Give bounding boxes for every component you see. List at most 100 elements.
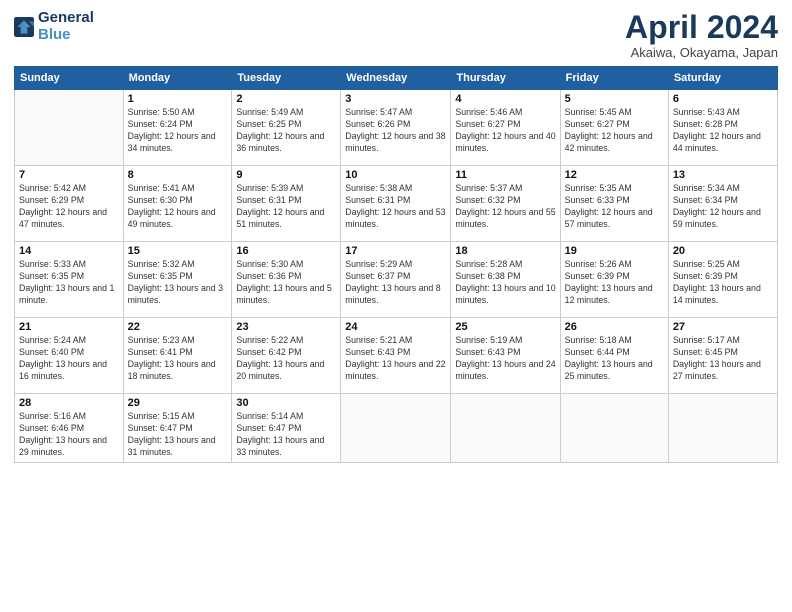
day-number: 16 [236, 245, 336, 257]
day-number: 5 [565, 93, 664, 105]
calendar-cell: 3 Sunrise: 5:47 AMSunset: 6:26 PMDayligh… [341, 90, 451, 166]
day-info: Sunrise: 5:15 AMSunset: 6:47 PMDaylight:… [128, 411, 228, 459]
calendar-cell: 23 Sunrise: 5:22 AMSunset: 6:42 PMDaylig… [232, 318, 341, 394]
day-info: Sunrise: 5:19 AMSunset: 6:43 PMDaylight:… [455, 335, 555, 383]
month-title: April 2024 [625, 10, 778, 45]
calendar-cell: 15 Sunrise: 5:32 AMSunset: 6:35 PMDaylig… [123, 242, 232, 318]
logo-line2: Blue [38, 27, 94, 44]
day-info: Sunrise: 5:39 AMSunset: 6:31 PMDaylight:… [236, 183, 336, 231]
day-number: 9 [236, 169, 336, 181]
calendar-cell: 1 Sunrise: 5:50 AMSunset: 6:24 PMDayligh… [123, 90, 232, 166]
day-number: 29 [128, 397, 228, 409]
logo-line1: General [38, 10, 94, 27]
day-info: Sunrise: 5:28 AMSunset: 6:38 PMDaylight:… [455, 259, 555, 307]
day-info: Sunrise: 5:42 AMSunset: 6:29 PMDaylight:… [19, 183, 119, 231]
day-number: 21 [19, 321, 119, 333]
day-info: Sunrise: 5:38 AMSunset: 6:31 PMDaylight:… [345, 183, 446, 231]
day-info: Sunrise: 5:21 AMSunset: 6:43 PMDaylight:… [345, 335, 446, 383]
day-number: 15 [128, 245, 228, 257]
calendar-cell: 19 Sunrise: 5:26 AMSunset: 6:39 PMDaylig… [560, 242, 668, 318]
calendar-cell: 9 Sunrise: 5:39 AMSunset: 6:31 PMDayligh… [232, 166, 341, 242]
calendar-cell: 21 Sunrise: 5:24 AMSunset: 6:40 PMDaylig… [15, 318, 124, 394]
calendar-cell [560, 394, 668, 463]
day-info: Sunrise: 5:47 AMSunset: 6:26 PMDaylight:… [345, 107, 446, 155]
weekday-header: Thursday [451, 67, 560, 90]
day-number: 4 [455, 93, 555, 105]
day-info: Sunrise: 5:45 AMSunset: 6:27 PMDaylight:… [565, 107, 664, 155]
day-number: 7 [19, 169, 119, 181]
calendar-cell: 11 Sunrise: 5:37 AMSunset: 6:32 PMDaylig… [451, 166, 560, 242]
day-number: 14 [19, 245, 119, 257]
day-info: Sunrise: 5:24 AMSunset: 6:40 PMDaylight:… [19, 335, 119, 383]
day-info: Sunrise: 5:30 AMSunset: 6:36 PMDaylight:… [236, 259, 336, 307]
weekday-header: Friday [560, 67, 668, 90]
day-info: Sunrise: 5:16 AMSunset: 6:46 PMDaylight:… [19, 411, 119, 459]
calendar-week-row: 1 Sunrise: 5:50 AMSunset: 6:24 PMDayligh… [15, 90, 778, 166]
day-info: Sunrise: 5:18 AMSunset: 6:44 PMDaylight:… [565, 335, 664, 383]
calendar-cell: 13 Sunrise: 5:34 AMSunset: 6:34 PMDaylig… [668, 166, 777, 242]
day-number: 13 [673, 169, 773, 181]
day-info: Sunrise: 5:17 AMSunset: 6:45 PMDaylight:… [673, 335, 773, 383]
day-info: Sunrise: 5:35 AMSunset: 6:33 PMDaylight:… [565, 183, 664, 231]
calendar-cell: 6 Sunrise: 5:43 AMSunset: 6:28 PMDayligh… [668, 90, 777, 166]
calendar-week-row: 28 Sunrise: 5:16 AMSunset: 6:46 PMDaylig… [15, 394, 778, 463]
day-info: Sunrise: 5:14 AMSunset: 6:47 PMDaylight:… [236, 411, 336, 459]
day-info: Sunrise: 5:46 AMSunset: 6:27 PMDaylight:… [455, 107, 555, 155]
calendar-cell: 20 Sunrise: 5:25 AMSunset: 6:39 PMDaylig… [668, 242, 777, 318]
calendar-cell: 5 Sunrise: 5:45 AMSunset: 6:27 PMDayligh… [560, 90, 668, 166]
day-info: Sunrise: 5:22 AMSunset: 6:42 PMDaylight:… [236, 335, 336, 383]
weekday-header: Wednesday [341, 67, 451, 90]
day-number: 2 [236, 93, 336, 105]
day-number: 19 [565, 245, 664, 257]
day-number: 27 [673, 321, 773, 333]
title-block: April 2024 Akaiwa, Okayama, Japan [625, 10, 778, 60]
calendar-cell: 22 Sunrise: 5:23 AMSunset: 6:41 PMDaylig… [123, 318, 232, 394]
day-number: 6 [673, 93, 773, 105]
day-number: 25 [455, 321, 555, 333]
day-info: Sunrise: 5:49 AMSunset: 6:25 PMDaylight:… [236, 107, 336, 155]
calendar-table: SundayMondayTuesdayWednesdayThursdayFrid… [14, 66, 778, 463]
calendar-cell [668, 394, 777, 463]
calendar-cell [451, 394, 560, 463]
day-number: 23 [236, 321, 336, 333]
calendar-cell: 26 Sunrise: 5:18 AMSunset: 6:44 PMDaylig… [560, 318, 668, 394]
day-info: Sunrise: 5:37 AMSunset: 6:32 PMDaylight:… [455, 183, 555, 231]
day-number: 3 [345, 93, 446, 105]
calendar-cell [15, 90, 124, 166]
day-number: 24 [345, 321, 446, 333]
calendar-cell: 30 Sunrise: 5:14 AMSunset: 6:47 PMDaylig… [232, 394, 341, 463]
day-number: 1 [128, 93, 228, 105]
day-number: 18 [455, 245, 555, 257]
calendar-week-row: 21 Sunrise: 5:24 AMSunset: 6:40 PMDaylig… [15, 318, 778, 394]
calendar-week-row: 14 Sunrise: 5:33 AMSunset: 6:35 PMDaylig… [15, 242, 778, 318]
day-info: Sunrise: 5:26 AMSunset: 6:39 PMDaylight:… [565, 259, 664, 307]
day-number: 20 [673, 245, 773, 257]
calendar-cell: 7 Sunrise: 5:42 AMSunset: 6:29 PMDayligh… [15, 166, 124, 242]
day-info: Sunrise: 5:29 AMSunset: 6:37 PMDaylight:… [345, 259, 446, 307]
day-number: 12 [565, 169, 664, 181]
weekday-header: Saturday [668, 67, 777, 90]
calendar-week-row: 7 Sunrise: 5:42 AMSunset: 6:29 PMDayligh… [15, 166, 778, 242]
weekday-header: Tuesday [232, 67, 341, 90]
calendar-cell: 14 Sunrise: 5:33 AMSunset: 6:35 PMDaylig… [15, 242, 124, 318]
day-info: Sunrise: 5:32 AMSunset: 6:35 PMDaylight:… [128, 259, 228, 307]
calendar-cell: 27 Sunrise: 5:17 AMSunset: 6:45 PMDaylig… [668, 318, 777, 394]
day-number: 8 [128, 169, 228, 181]
calendar-cell: 10 Sunrise: 5:38 AMSunset: 6:31 PMDaylig… [341, 166, 451, 242]
weekday-header-row: SundayMondayTuesdayWednesdayThursdayFrid… [15, 67, 778, 90]
location-subtitle: Akaiwa, Okayama, Japan [625, 45, 778, 60]
calendar-cell: 29 Sunrise: 5:15 AMSunset: 6:47 PMDaylig… [123, 394, 232, 463]
calendar-cell: 8 Sunrise: 5:41 AMSunset: 6:30 PMDayligh… [123, 166, 232, 242]
day-number: 11 [455, 169, 555, 181]
calendar-cell: 12 Sunrise: 5:35 AMSunset: 6:33 PMDaylig… [560, 166, 668, 242]
day-number: 22 [128, 321, 228, 333]
weekday-header: Sunday [15, 67, 124, 90]
logo-icon [14, 17, 34, 37]
weekday-header: Monday [123, 67, 232, 90]
day-info: Sunrise: 5:33 AMSunset: 6:35 PMDaylight:… [19, 259, 119, 307]
header: General Blue April 2024 Akaiwa, Okayama,… [14, 10, 778, 60]
calendar-cell [341, 394, 451, 463]
day-info: Sunrise: 5:23 AMSunset: 6:41 PMDaylight:… [128, 335, 228, 383]
calendar-cell: 24 Sunrise: 5:21 AMSunset: 6:43 PMDaylig… [341, 318, 451, 394]
day-number: 30 [236, 397, 336, 409]
